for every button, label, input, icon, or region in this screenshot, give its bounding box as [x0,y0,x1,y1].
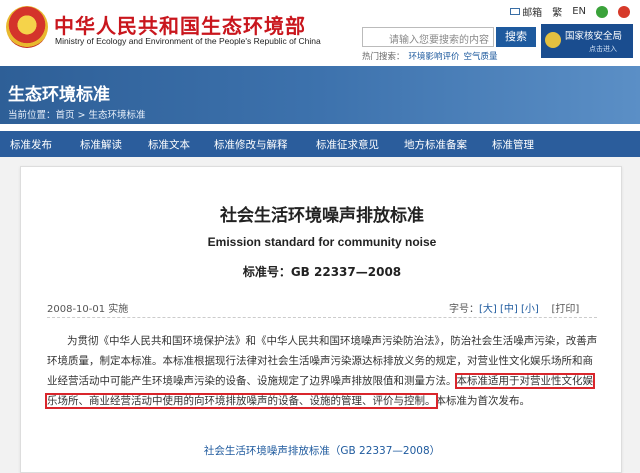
nav-item-management[interactable]: 标准管理 [492,137,534,152]
font-small-button[interactable]: [小] [521,304,539,315]
effective-date: 2008-10-01 实施 [47,304,129,315]
body-text-part2: 本标准为首次发布。 [435,395,531,407]
nav-item-release[interactable]: 标准发布 [10,137,52,152]
standard-number: 标准号：GB 22337—2008 [242,265,402,279]
mail-link[interactable]: 邮箱 [510,4,542,19]
nnsa-entry-button[interactable]: 国家核安全局 点击进入 [541,24,633,58]
nav-item-local[interactable]: 地方标准备案 [404,137,467,152]
section-banner: 生态环境标准 当前位置：首页 > 生态环境标准 [0,66,640,124]
national-emblem-logo[interactable] [6,6,48,48]
search-button[interactable]: 搜索 [496,27,536,47]
font-size-controls: 字号：[大] [中] [小] [打印] [449,300,579,315]
hot-search-air[interactable]: 空气质量 [464,52,498,62]
site-header: 中华人民共和国生态环境部 Ministry of Ecology and Env… [0,0,640,66]
font-large-button[interactable]: [大] [479,304,497,315]
article-panel: 社会生活环境噪声排放标准 Emission standard for commu… [20,166,622,473]
hot-search-eia[interactable]: 环境影响评价 [409,52,460,62]
english-link[interactable]: EN [572,6,586,17]
nnsa-title: 国家核安全局 [565,31,623,42]
traditional-link[interactable]: 繁 [552,4,562,19]
weibo-icon[interactable] [618,5,630,18]
nav-item-amendment[interactable]: 标准修改与解释 [214,137,288,152]
font-medium-button[interactable]: [中] [500,304,518,315]
site-title[interactable]: 中华人民共和国生态环境部 [54,10,306,39]
article-body: 为贯彻《中华人民共和国环境保护法》和《中华人民共和国环境噪声污染防治法》，防治社… [45,331,599,411]
mail-icon [510,8,521,15]
site-subtitle: Ministry of Ecology and Environment of t… [55,36,321,46]
top-links: 邮箱 繁 EN [510,4,630,19]
wechat-icon[interactable] [596,5,608,18]
nnsa-logo-icon [545,32,561,48]
nav-item-interpretation[interactable]: 标准解读 [80,137,122,152]
divider [47,317,597,318]
breadcrumb[interactable]: 当前位置：首页 > 生态环境标准 [8,107,146,121]
hot-searches: 热门搜索： 环境影响评价 空气质量 [362,52,498,62]
nav-item-consultation[interactable]: 标准征求意见 [316,137,379,152]
nnsa-sub: 点击进入 [589,45,617,53]
font-size-label: 字号： [449,304,479,315]
main-nav: 标准发布 标准解读 标准文本 标准修改与解释 标准征求意见 地方标准备案 标准管… [0,131,640,157]
section-title: 生态环境标准 [8,85,110,105]
nav-item-text[interactable]: 标准文本 [148,137,190,152]
article-title: 社会生活环境噪声排放标准 [220,206,424,226]
attachment-link[interactable]: 社会生活环境噪声排放标准（GB 22337—2008） [21,443,623,458]
search-input[interactable]: 请输入您要搜索的内容 [362,27,494,47]
print-button[interactable]: [打印] [552,304,580,315]
article-english-title: Emission standard for community noise [207,235,437,249]
